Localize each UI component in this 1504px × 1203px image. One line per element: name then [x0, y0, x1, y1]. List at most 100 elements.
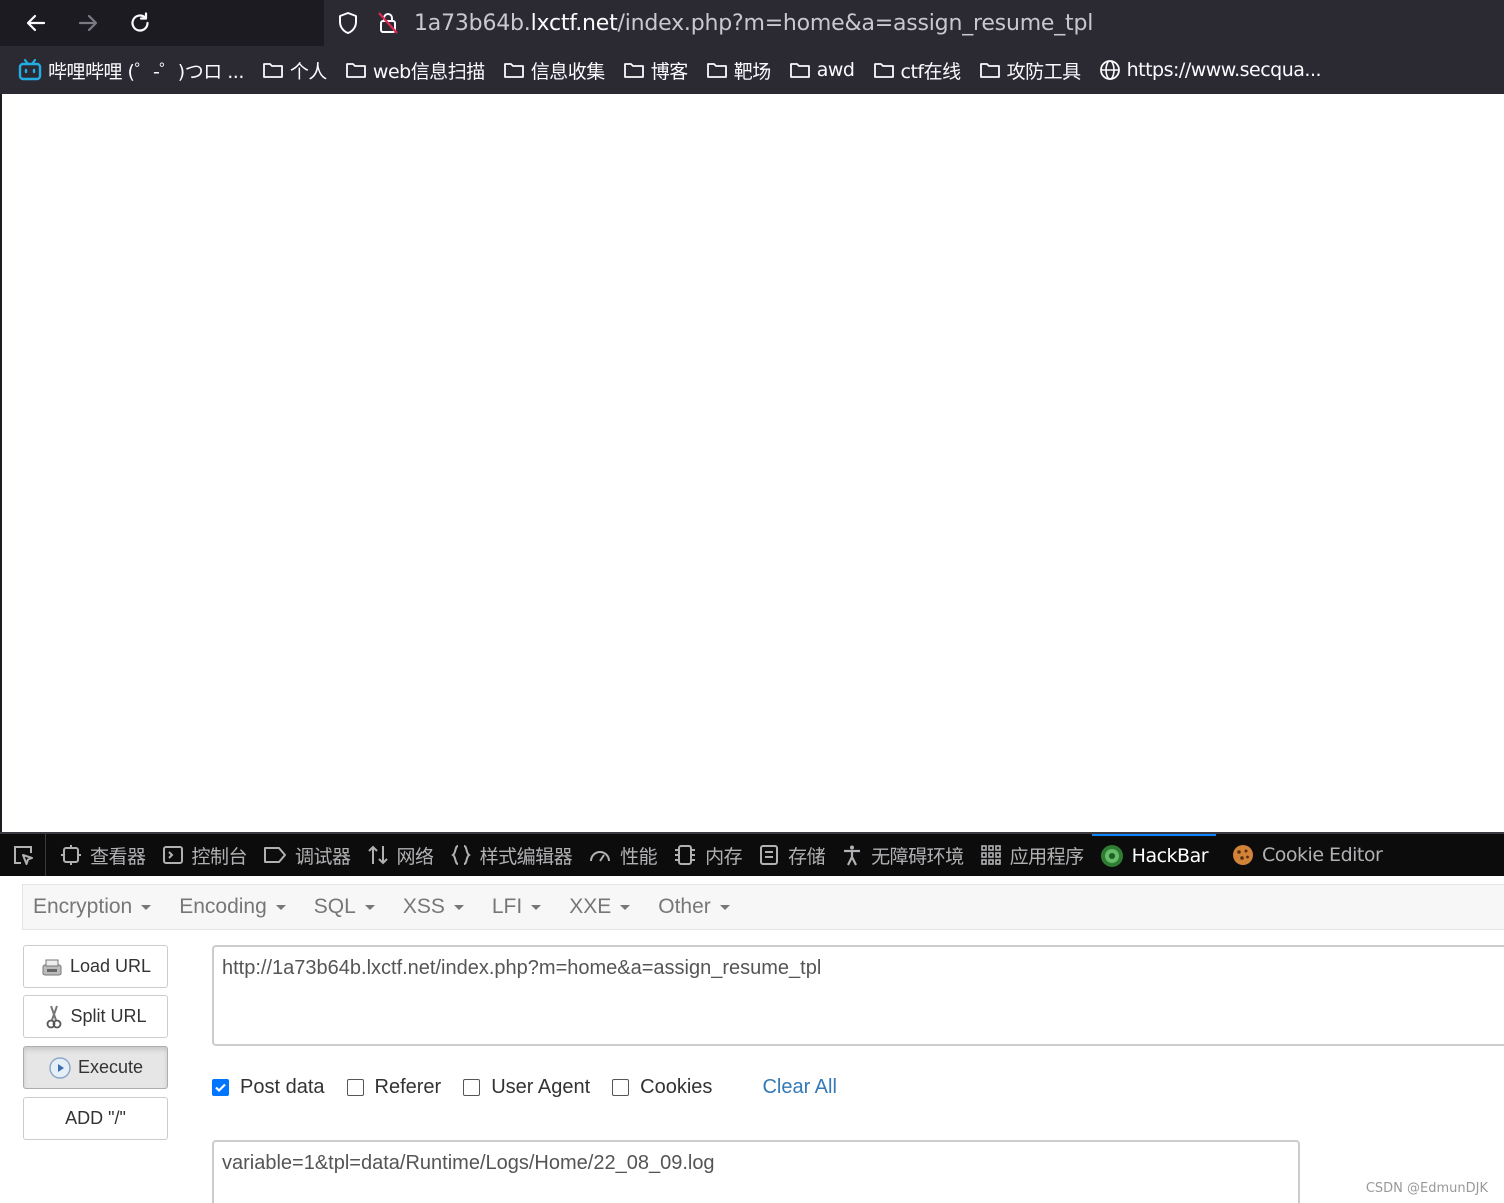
caret-down-icon — [364, 904, 375, 910]
cookies-checkbox[interactable]: Cookies — [612, 1076, 712, 1099]
play-icon — [49, 1056, 71, 1079]
bookmark-folder-web-scan[interactable]: web信息扫描 — [345, 57, 485, 84]
user-agent-checkbox[interactable]: User Agent — [463, 1076, 590, 1099]
menu-encryption[interactable]: Encryption — [33, 895, 152, 919]
hackbar-icon — [1100, 845, 1123, 867]
bookmarks-toolbar: 哔哩哔哩 (゜-゜)つロ ... 个人 web信息扫描 信息收集 博客 靶场 a… — [0, 46, 1504, 94]
referer-checkbox[interactable]: Referer — [346, 1076, 441, 1099]
menu-label: Encryption — [33, 895, 133, 918]
tab-label: 无障碍环境 — [871, 845, 964, 868]
devtools-tabbar: 查看器 控制台 调试器 网络 样式编辑器 性能 内存 存储 无障碍环境 应用程序… — [0, 832, 1504, 876]
tab-label: 存储 — [788, 845, 826, 868]
tab-label: 调试器 — [295, 845, 351, 868]
tab-label: 内存 — [705, 845, 743, 868]
tab-memory[interactable]: 内存 — [665, 834, 750, 876]
menu-xss[interactable]: XSS — [403, 895, 464, 919]
tab-label: 样式编辑器 — [479, 845, 573, 868]
bookmark-folder-personal[interactable]: 个人 — [262, 57, 327, 84]
split-url-button[interactable]: Split URL — [23, 995, 168, 1038]
browser-toolbar: 1a73b64b.lxctf.net/index.php?m=home&a=as… — [0, 0, 1504, 46]
scissors-icon — [47, 1005, 62, 1028]
option-label: Cookies — [640, 1075, 713, 1098]
bookmark-folder-tools[interactable]: 攻防工具 — [979, 57, 1081, 84]
storage-icon — [760, 845, 779, 865]
folder-icon — [346, 63, 366, 78]
bookmark-folder-info-gathering[interactable]: 信息收集 — [503, 57, 605, 84]
console-icon — [162, 846, 183, 864]
bookmark-label: 个人 — [289, 60, 328, 83]
hackbar-options: Post data Referer User Agent Cookies Cle… — [212, 1072, 837, 1102]
caret-down-icon — [719, 904, 730, 910]
bookmark-secqua[interactable]: https://www.secqua... — [1099, 59, 1322, 81]
forward-button[interactable] — [62, 0, 114, 46]
menu-xxe[interactable]: XXE — [569, 895, 631, 919]
tracking-protection-shield-icon[interactable] — [328, 11, 368, 35]
checkbox-unchecked[interactable] — [346, 1078, 364, 1096]
folder-icon — [706, 63, 727, 78]
post-data-checkbox[interactable]: Post data — [212, 1076, 325, 1099]
performance-icon — [590, 851, 611, 862]
checkbox-checked[interactable] — [212, 1078, 229, 1096]
tab-application[interactable]: 应用程序 — [972, 834, 1092, 876]
bookmark-label: 哔哩哔哩 (゜-゜)つロ ... — [48, 60, 244, 83]
bookmark-folder-range[interactable]: 靶场 — [706, 57, 771, 84]
checkbox-unchecked[interactable] — [463, 1078, 481, 1096]
tab-label: 应用程序 — [1009, 845, 1085, 868]
checkbox-unchecked[interactable] — [612, 1078, 630, 1096]
csdn-watermark: CSDN @EdmunDJK — [1365, 1181, 1488, 1196]
folder-icon — [503, 63, 524, 78]
post-data-textarea[interactable]: variable=1&tpl=data/Runtime/Logs/Home/22… — [212, 1140, 1300, 1203]
clear-all-link[interactable]: Clear All — [762, 1076, 836, 1099]
tab-inspector[interactable]: 查看器 — [52, 834, 154, 876]
button-label: Load URL — [69, 956, 152, 976]
accessibility-icon — [844, 845, 861, 866]
url-text[interactable]: 1a73b64b.lxctf.net/index.php?m=home&a=as… — [414, 11, 1093, 36]
folder-icon — [623, 63, 644, 78]
folder-icon — [979, 63, 1000, 78]
folder-icon — [789, 63, 810, 78]
menu-label: Encoding — [179, 895, 267, 918]
picker-icon — [13, 846, 33, 865]
menu-sql[interactable]: SQL — [314, 895, 375, 919]
hackbar-menu: Encryption Encoding SQL XSS LFI XXE Othe… — [22, 884, 1504, 930]
load-url-button[interactable]: Load URL — [23, 945, 168, 988]
menu-label: XXE — [569, 895, 612, 918]
bookmark-folder-blog[interactable]: 博客 — [623, 57, 688, 84]
tab-debugger[interactable]: 调试器 — [255, 834, 359, 876]
tab-label: Cookie Editor — [1262, 844, 1383, 866]
folder-icon — [873, 63, 894, 78]
tab-performance[interactable]: 性能 — [580, 834, 665, 876]
bookmark-folder-awd[interactable]: awd — [789, 59, 855, 81]
tab-console[interactable]: 控制台 — [154, 834, 256, 876]
tab-accessibility[interactable]: 无障碍环境 — [833, 834, 972, 876]
url-path: /index.php?m=home&a=assign_resume_tpl — [617, 10, 1094, 36]
address-bar[interactable]: 1a73b64b.lxctf.net/index.php?m=home&a=as… — [324, 0, 1504, 46]
add-slash-button[interactable]: ADD "/" — [23, 1097, 168, 1140]
menu-encoding[interactable]: Encoding — [179, 895, 286, 919]
back-button[interactable] — [10, 0, 62, 46]
tab-label: 性能 — [620, 845, 658, 868]
button-label: Execute — [77, 1057, 144, 1077]
bookmark-bilibili[interactable]: 哔哩哔哩 (゜-゜)つロ ... — [18, 57, 244, 84]
tab-storage[interactable]: 存储 — [750, 834, 833, 876]
bilibili-icon — [18, 59, 42, 81]
tab-style-editor[interactable]: 样式编辑器 — [442, 834, 581, 876]
globe-icon — [1099, 60, 1120, 80]
reload-icon — [131, 12, 149, 32]
tab-label: HackBar — [1131, 845, 1209, 867]
tab-cookie-editor[interactable]: Cookie Editor — [1224, 834, 1390, 876]
debugger-icon — [264, 847, 287, 863]
element-picker-button[interactable] — [0, 834, 46, 876]
tab-hackbar[interactable]: HackBar — [1091, 834, 1217, 876]
url-textarea[interactable]: http://1a73b64b.lxctf.net/index.php?m=ho… — [212, 945, 1504, 1046]
reload-button[interactable] — [114, 0, 166, 46]
caret-down-icon — [453, 904, 464, 910]
tab-network[interactable]: 网络 — [359, 834, 442, 876]
menu-lfi[interactable]: LFI — [492, 895, 542, 919]
menu-other[interactable]: Other — [658, 895, 730, 919]
inspector-icon — [61, 845, 81, 865]
menu-label: Other — [658, 895, 711, 918]
execute-button[interactable]: Execute — [23, 1046, 168, 1089]
bookmark-folder-ctf-online[interactable]: ctf在线 — [873, 57, 961, 84]
insecure-lock-icon[interactable] — [368, 11, 408, 35]
